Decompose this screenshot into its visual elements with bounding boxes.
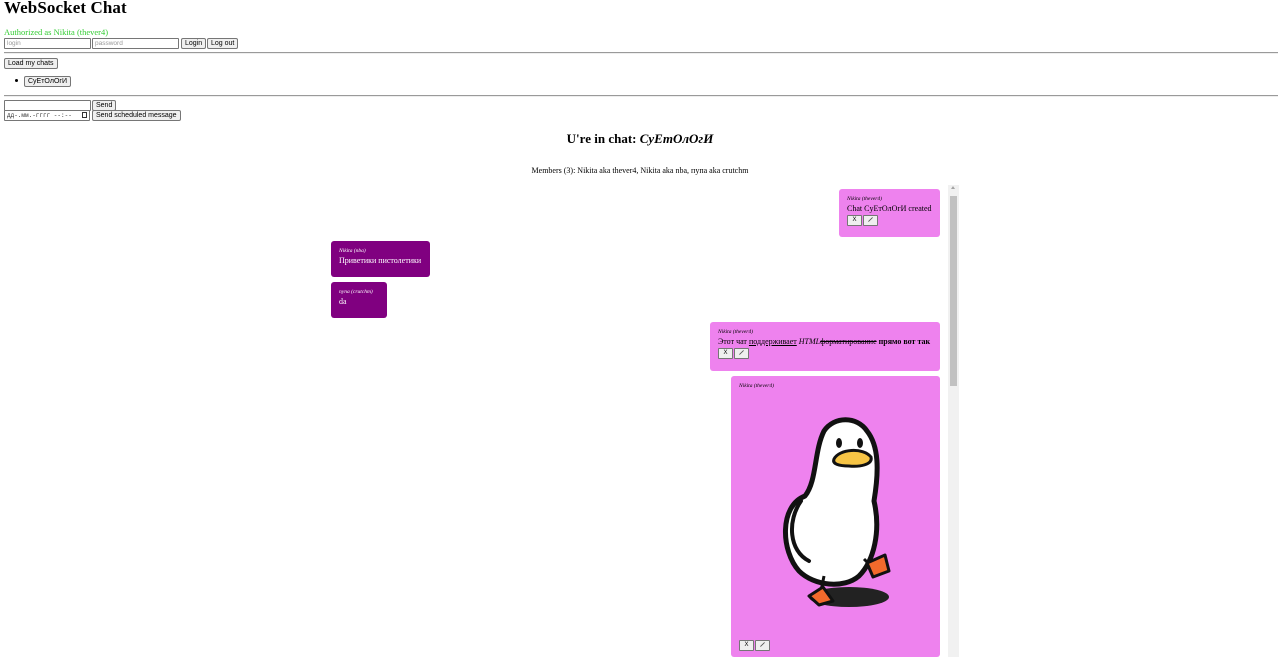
message-bubble: Nikita (nba) Приветики пистолетики	[331, 241, 430, 277]
schedule-datetime-input[interactable]: дд-.мм.-гггг --:--	[4, 110, 90, 121]
message-bubble: Nikita (thever4) Chat CуEтOлOгИ created …	[839, 189, 940, 237]
members-list: Members (3): Nikita aka thever4, Nikita …	[531, 166, 749, 175]
message-text: Chat CуEтOлOгИ created	[847, 204, 932, 213]
message-text: Этот чат поддерживает HTMLформатирование…	[718, 337, 932, 347]
send-scheduled-button[interactable]: Send scheduled message	[92, 110, 181, 121]
delete-message-button[interactable]: X	[718, 348, 733, 359]
auth-status: Authorized as Nikita (thever4)	[4, 27, 109, 37]
chat-heading-prefix: U're in chat:	[566, 131, 640, 146]
load-chats-button[interactable]: Load my chats	[4, 58, 58, 69]
pencil-icon	[868, 217, 873, 222]
text-bold: прямо вот так	[876, 337, 931, 346]
chat-heading: U're in chat: CуEтOлOгИ	[0, 131, 1280, 147]
list-bullet	[15, 79, 18, 82]
delete-message-button[interactable]: X	[739, 640, 754, 651]
message-bubble: Nikita (thever4) X	[731, 376, 940, 657]
text-struck: форматирование	[820, 337, 877, 346]
edit-message-button[interactable]	[863, 215, 878, 226]
message-text: Приветики пистолетики	[339, 256, 422, 265]
message-author: пупа (crutchm)	[339, 289, 373, 295]
pencil-icon	[739, 350, 744, 355]
message-tools: X	[718, 348, 932, 359]
text-italic: HTML	[796, 337, 821, 346]
message-author: Nikita (thever4)	[739, 383, 774, 389]
message-author: Nikita (nba)	[339, 248, 366, 254]
message-tools: X	[739, 640, 771, 651]
scrollbar-thumb[interactable]	[950, 196, 957, 386]
divider	[4, 95, 1278, 97]
login-button[interactable]: Login	[181, 38, 207, 49]
message-author: Nikita (thever4)	[718, 329, 753, 335]
message-text: da	[339, 297, 347, 306]
delete-message-button[interactable]: X	[847, 215, 862, 226]
password-input[interactable]	[92, 38, 179, 49]
message-bubble: Nikita (thever4) Этот чат поддерживает H…	[710, 322, 940, 371]
app-title: WebSocket Chat	[4, 0, 127, 17]
pencil-icon	[760, 642, 765, 647]
message-author: Nikita (thever4)	[847, 196, 882, 202]
login-input[interactable]	[4, 38, 91, 49]
text-plain: Этот чат	[718, 337, 749, 346]
divider	[4, 52, 1278, 54]
message-bubble: пупа (crutchm) da	[331, 282, 387, 318]
message-tools: X	[847, 215, 932, 226]
edit-message-button[interactable]	[755, 640, 770, 651]
duck-sticker-image	[783, 417, 891, 607]
edit-message-button[interactable]	[734, 348, 749, 359]
chat-item-button[interactable]: CуEтOлOгИ	[24, 76, 71, 87]
scroll-up-arrow-icon[interactable]	[951, 186, 955, 189]
chat-heading-name: CуEтOлOгИ	[639, 131, 714, 146]
text-underlined: поддерживает	[748, 337, 797, 346]
calendar-icon[interactable]	[82, 112, 87, 118]
logout-button[interactable]: Log out	[207, 38, 239, 49]
datetime-placeholder: дд-.мм.-гггг --:--	[7, 112, 72, 119]
